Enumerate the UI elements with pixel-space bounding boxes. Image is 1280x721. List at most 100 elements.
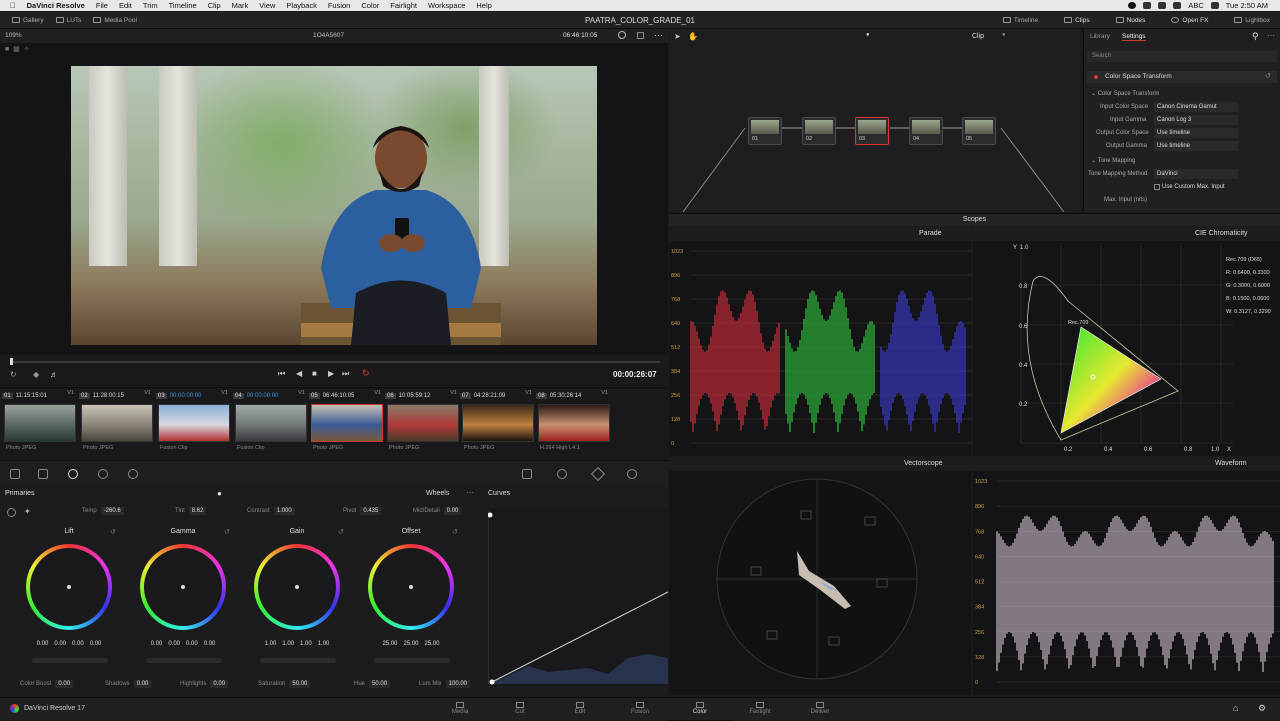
wipe-icon[interactable]: ◆ bbox=[33, 370, 39, 379]
more-options-icon[interactable]: ⋯ bbox=[654, 30, 663, 41]
reset-icon[interactable]: ↺ bbox=[1265, 72, 1271, 80]
page-media[interactable]: Media bbox=[435, 702, 485, 715]
more-options-icon[interactable]: ⋯ bbox=[466, 488, 474, 497]
menu-clip[interactable]: Clip bbox=[208, 1, 221, 10]
master-wheel-slider[interactable] bbox=[32, 658, 108, 663]
mid-detail-value[interactable]: 0.00 bbox=[443, 507, 462, 515]
wheel-value[interactable]: 1.00 bbox=[265, 641, 277, 647]
wheel-value[interactable]: 0.00 bbox=[204, 641, 216, 647]
page-deliver[interactable]: Deliver bbox=[795, 702, 845, 715]
loop-icon[interactable]: ↻ bbox=[10, 370, 17, 379]
fullscreen-icon[interactable] bbox=[637, 32, 644, 39]
color-wheel-gain[interactable]: Gain ↺ 1.00 1.00 1.00 1.00 bbox=[242, 528, 352, 668]
curves-icon[interactable] bbox=[522, 469, 532, 479]
menu-mark[interactable]: Mark bbox=[232, 1, 249, 10]
page-edit[interactable]: Edit bbox=[555, 702, 605, 715]
wheel-value[interactable]: 0.00 bbox=[186, 641, 198, 647]
input-source[interactable]: ABC bbox=[1188, 1, 1203, 10]
color-boost-param[interactable]: Color Boost 0.00 bbox=[20, 680, 74, 688]
wheel-value[interactable]: 0.00 bbox=[90, 641, 102, 647]
color-node[interactable]: 03 bbox=[855, 117, 889, 145]
menu-help[interactable]: Help bbox=[476, 1, 491, 10]
reset-icon[interactable]: ↺ bbox=[224, 528, 230, 536]
menu-timeline[interactable]: Timeline bbox=[169, 1, 197, 10]
settings-tab[interactable]: Settings bbox=[1122, 33, 1146, 41]
wheel-value[interactable]: 25.00 bbox=[425, 641, 440, 647]
wheel-value[interactable]: 0.00 bbox=[37, 641, 49, 647]
wheel-handle[interactable] bbox=[67, 585, 71, 589]
nodes-button[interactable]: Nodes bbox=[1115, 17, 1145, 24]
timeline-button[interactable]: Timeline bbox=[1002, 17, 1038, 24]
wheel-value[interactable]: 0.00 bbox=[72, 641, 84, 647]
app-menu[interactable]: DaVinci Resolve bbox=[27, 1, 85, 10]
master-wheel-slider[interactable] bbox=[260, 658, 336, 663]
play-icon[interactable]: ▶ bbox=[328, 369, 334, 378]
temp-value[interactable]: -260.6 bbox=[100, 507, 124, 515]
curves-graph[interactable] bbox=[488, 508, 668, 686]
page-fusion[interactable]: Fusion bbox=[615, 702, 665, 715]
menu-fusion[interactable]: Fusion bbox=[328, 1, 351, 10]
temp-param[interactable]: Temp -260.6 bbox=[82, 507, 124, 515]
reverse-icon[interactable]: ◀ bbox=[296, 369, 302, 378]
menu-workspace[interactable]: Workspace bbox=[428, 1, 465, 10]
camera-raw-icon[interactable] bbox=[10, 469, 20, 479]
clip-thumbnail[interactable]: 02 11:28:00:15 V1 Photo JPEG bbox=[79, 390, 155, 451]
dropbox-icon[interactable] bbox=[1143, 2, 1152, 9]
page-cut[interactable]: Cut bbox=[495, 702, 545, 715]
search-input[interactable]: Search bbox=[1087, 51, 1277, 62]
clip-thumbnail[interactable]: 01 11:15:15:01 V1 Photo JPEG bbox=[2, 390, 78, 451]
go-to-start-icon[interactable]: ⏮ bbox=[278, 369, 285, 379]
output-gamma-dropdown[interactable]: Use timeline bbox=[1154, 141, 1238, 151]
color-match-icon[interactable] bbox=[38, 469, 48, 479]
master-wheel-slider[interactable] bbox=[146, 658, 222, 663]
stop-icon[interactable]: ■ bbox=[312, 369, 317, 378]
home-icon[interactable]: ⌂ bbox=[1233, 703, 1238, 713]
wheel-handle[interactable] bbox=[181, 585, 185, 589]
mid-detail-param[interactable]: Mid/Detail 0.00 bbox=[413, 507, 462, 515]
section-tone-mapping[interactable]: ⌄ Tone Mapping bbox=[1091, 157, 1135, 164]
zoom-dropdown[interactable]: 109% bbox=[5, 32, 22, 39]
rgb-mixer-icon[interactable] bbox=[128, 469, 138, 479]
menu-fairlight[interactable]: Fairlight bbox=[390, 1, 417, 10]
color-node[interactable]: 04 bbox=[909, 117, 943, 145]
page-color[interactable]: Color bbox=[667, 698, 733, 721]
clip-thumbnail[interactable]: 04 00:00:00:00 V1 Fusion Clip bbox=[233, 390, 309, 451]
vectorscope-dropdown[interactable]: Vectorscope bbox=[904, 460, 943, 467]
page-fairlight[interactable]: Fairlight bbox=[735, 702, 785, 715]
clip-thumbnail[interactable]: 05 06:46:10:05 V1 Photo JPEG bbox=[309, 390, 385, 451]
menu-playback[interactable]: Playback bbox=[286, 1, 316, 10]
page-dot[interactable]: ● bbox=[217, 489, 222, 498]
clip-thumbnail[interactable]: 07 04:28:21:09 V1 Photo JPEG bbox=[460, 390, 536, 451]
wheels-mode-dropdown[interactable]: Wheels bbox=[426, 490, 449, 497]
wheel-value[interactable]: 25.00 bbox=[403, 641, 418, 647]
hue-value[interactable]: 50.00 bbox=[369, 680, 391, 688]
hdr-wheels-icon[interactable] bbox=[98, 469, 108, 479]
wheel-handle[interactable] bbox=[295, 585, 299, 589]
custom-max-checkbox[interactable] bbox=[1154, 184, 1160, 190]
tint-value[interactable]: 8.62 bbox=[188, 507, 207, 515]
wheel-value[interactable]: 1.00 bbox=[318, 641, 330, 647]
wheel-value[interactable]: 25.00 bbox=[382, 641, 397, 647]
clips-button[interactable]: Clips bbox=[1064, 17, 1090, 24]
wheel-value[interactable]: 1.00 bbox=[300, 641, 312, 647]
color-wheel-lift[interactable]: Lift ↺ 0.00 0.00 0.00 0.00 bbox=[14, 528, 124, 668]
saturation-value[interactable]: 50.00 bbox=[289, 680, 311, 688]
media-pool-button[interactable]: Media Pool bbox=[93, 17, 137, 24]
effect-enabled-icon[interactable] bbox=[1094, 75, 1098, 79]
master-wheel-slider[interactable] bbox=[374, 658, 450, 663]
clip-thumbnail[interactable]: 03 00:00:00:00 V1 Fusion Clip bbox=[156, 390, 232, 451]
color-boost-value[interactable]: 0.00 bbox=[55, 680, 74, 688]
volume-icon[interactable]: ♬ bbox=[50, 370, 58, 379]
clip-thumbnail[interactable]: 08 05:30:26:14 V1 H.264 High L4.1 bbox=[536, 390, 612, 451]
battery-icon[interactable] bbox=[1173, 2, 1182, 9]
color-wheel-offset[interactable]: Offset ↺ 25.00 25.00 25.00 bbox=[356, 528, 466, 668]
input-color-space-dropdown[interactable]: Canon Cinema Gamut bbox=[1154, 102, 1238, 112]
viewer-tool-icons[interactable]: ■ ▦ ✧ bbox=[5, 45, 30, 53]
tint-param[interactable]: Tint 8.62 bbox=[175, 507, 207, 515]
tone-mapping-method-dropdown[interactable]: DaVinci bbox=[1154, 169, 1238, 179]
contrast-value[interactable]: 1.000 bbox=[273, 507, 295, 515]
effect-header[interactable]: Color Space Transform ↺ bbox=[1087, 71, 1277, 83]
wheel-value[interactable]: 0.00 bbox=[54, 641, 66, 647]
pivot-value[interactable]: 0.435 bbox=[360, 507, 382, 515]
qualifier-icon[interactable] bbox=[590, 466, 606, 482]
